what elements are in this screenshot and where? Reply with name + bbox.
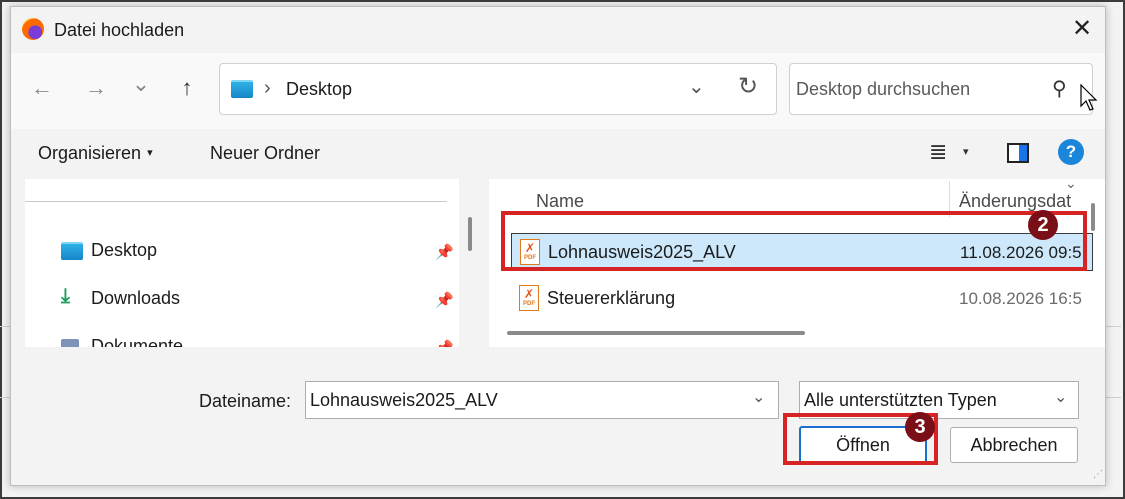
documents-icon [61,339,79,347]
file-row-steuererklaerung[interactable]: PDF Steuererklärung 10.08.2026 16:5 [511,276,1091,316]
refresh-icon[interactable]: ↻ [738,72,758,101]
sort-chevron-icon: ⌄ [1065,179,1077,191]
highlight-box-step2 [501,211,1087,271]
organize-button[interactable]: Organisieren ▾ [38,143,153,164]
view-options-caret-icon[interactable]: ▾ [963,145,969,158]
dialog-footer: Dateiname: Lohnausweis2025_ALV ⌄ Alle un… [11,347,1105,485]
close-icon[interactable]: ✕ [1069,15,1095,43]
recent-locations-chevron-icon[interactable]: ⌄ [128,71,154,97]
breadcrumb-separator: › [264,77,271,99]
title-bar: Datei hochladen ✕ [11,7,1105,53]
desktop-folder-icon [61,242,83,260]
sidebar-item-label: Downloads [91,288,181,308]
pdf-file-icon: PDF [519,276,539,312]
column-header-name[interactable]: Name [536,191,584,212]
download-arrow-icon: ⤓ [61,285,70,307]
search-placeholder: Desktop durchsuchen [796,79,971,99]
desktop-folder-icon [231,80,253,98]
navigation-bar: ← → ⌄ ↑ › Desktop ⌄ ↻ Desktop durchsuche… [11,53,1105,129]
file-modified-date: 10.08.2026 16:5 [959,289,1082,308]
pin-icon[interactable]: 📌 [435,291,454,309]
navigation-pane: Desktop 📌 ⤓ Downloads 📌 Dokumente 📌 [25,179,459,347]
sidebar-item-label: Dokumente [91,336,184,347]
pin-icon[interactable]: 📌 [435,339,454,347]
background-line [1104,326,1121,327]
help-icon[interactable]: ? [1058,139,1084,165]
step-2-badge: 2 [1028,210,1058,240]
nav-pane-scrollbar[interactable] [468,217,472,251]
step-3-badge: 3 [905,412,935,442]
filename-dropdown-chevron-icon[interactable]: ⌄ [752,387,765,407]
forward-arrow-icon[interactable]: → [83,75,109,101]
preview-pane-icon[interactable] [1007,143,1029,163]
nav-divider [25,201,447,202]
file-list-horizontal-scrollbar[interactable] [507,331,805,335]
new-folder-button[interactable]: Neuer Ordner [210,143,320,164]
pin-icon[interactable]: 📌 [435,243,454,261]
background-line [1104,397,1121,398]
background-line [0,397,10,398]
view-options-icon[interactable]: ≣ [929,139,947,165]
command-toolbar: Organisieren ▾ Neuer Ordner ≣ ▾ ? [11,129,1105,179]
firefox-logo-icon [22,18,44,40]
file-list-vertical-scrollbar[interactable] [1091,203,1095,231]
organize-label: Organisieren [38,143,142,163]
organize-caret-icon: ▾ [147,147,153,159]
file-name: Steuererklärung [547,288,676,308]
column-header-modified[interactable]: Änderungsdat [959,191,1071,212]
up-arrow-icon[interactable]: ↑ [174,75,200,101]
background-line [0,326,10,327]
search-input[interactable]: Desktop durchsuchen ⚲ [789,63,1093,115]
breadcrumb-desktop[interactable]: Desktop [286,79,352,100]
cancel-button[interactable]: Abbrechen [950,427,1078,463]
filename-value: Lohnausweis2025_ALV [310,390,498,410]
mouse-cursor-icon [1080,84,1098,111]
filename-input[interactable]: Lohnausweis2025_ALV ⌄ [305,381,779,419]
resize-grip-icon[interactable]: ⋰ [1093,469,1103,480]
search-icon[interactable]: ⚲ [1052,76,1067,101]
file-type-value: Alle unterstützten Typen [804,390,997,410]
file-type-chevron-icon[interactable]: ⌄ [1054,387,1067,407]
dialog-title: Datei hochladen [54,20,185,40]
address-dropdown-chevron-icon[interactable]: ⌄ [688,74,705,99]
back-arrow-icon[interactable]: ← [29,75,55,101]
filename-label: Dateiname: [199,391,292,411]
address-bar[interactable]: › Desktop ⌄ ↻ [219,63,777,115]
sidebar-item-label: Desktop [91,240,158,260]
